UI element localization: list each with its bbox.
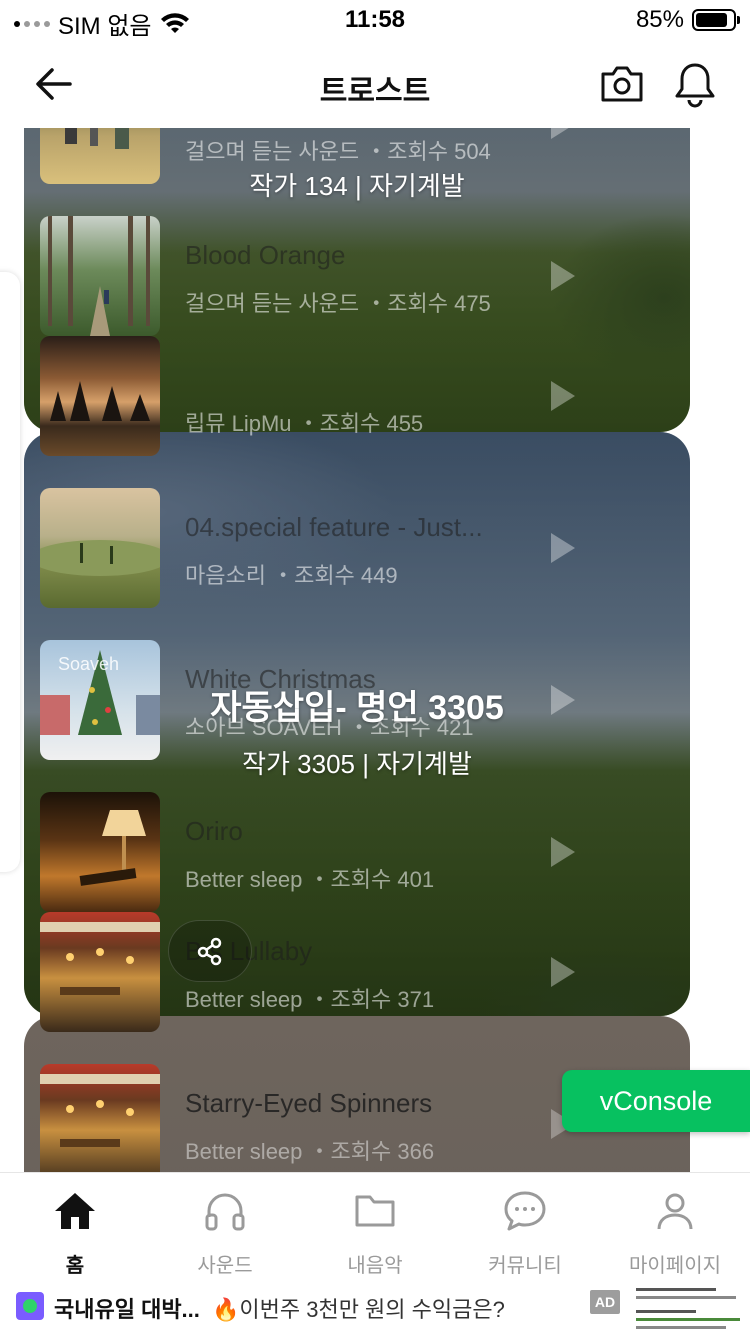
track-item[interactable]: 04.special feature - Just... 마음소리 ・조회수 4… (40, 488, 690, 608)
play-button[interactable] (548, 954, 578, 990)
track-thumbnail (40, 792, 160, 912)
track-meta: 걸으며 듣는 사운드 ・조회수 504 (185, 139, 491, 164)
play-icon (551, 957, 575, 987)
play-icon (551, 128, 569, 139)
track-thumbnail (40, 912, 160, 1032)
play-button[interactable] (548, 530, 578, 566)
card-subtitle: 작가 3305 | 자기계발 (242, 749, 472, 779)
play-button[interactable] (548, 834, 578, 870)
ad-badge: AD (590, 1290, 620, 1314)
tab-my-page[interactable]: 마이페이지 (600, 1173, 750, 1280)
track-title: Oriro (185, 816, 243, 846)
track-meta: 립뮤 LipMu ・조회수 455 (185, 411, 424, 436)
bottom-tab-bar: 홈 사운드 내음악 커뮤니티 마이페이지 (0, 1172, 750, 1280)
track-meta: 걸으며 듣는 사운드 ・조회수 475 (185, 291, 491, 316)
status-right: 85% (635, 6, 740, 34)
play-icon (551, 381, 575, 411)
track-thumbnail (40, 216, 160, 336)
chat-icon (504, 1191, 546, 1231)
track-title: 04.special feature - Just... (185, 512, 483, 542)
card-title: 자동삽입- 명언 3305 (210, 689, 504, 727)
track-item[interactable]: 립뮤 LipMu ・조회수 455 (40, 336, 690, 456)
track-title: Blood Orange (185, 240, 346, 270)
play-button[interactable] (548, 258, 578, 294)
track-thumbnail (40, 1064, 160, 1172)
app-screen: SIM 없음 11:58 85% 트로스트 작가 134 | 자기계발 걸으며 … (0, 0, 750, 1334)
tab-community[interactable]: 커뮤니티 (450, 1173, 600, 1280)
folder-icon (355, 1195, 395, 1227)
track-item[interactable]: B s Lullaby Better sleep ・조회수 371 (40, 912, 690, 1032)
track-thumbnail (40, 336, 160, 456)
track-item[interactable]: Blood Orange 걸으며 듣는 사운드 ・조회수 475 (40, 216, 690, 336)
track-thumbnail (40, 488, 160, 608)
app-header: 트로스트 (0, 42, 750, 128)
tab-my-music[interactable]: 내음악 (300, 1173, 450, 1280)
person-icon (657, 1193, 693, 1230)
headphones-icon (205, 1193, 245, 1231)
tab-label: 커뮤니티 (488, 1255, 562, 1277)
share-button[interactable] (168, 920, 252, 982)
ad-text: 🔥이번주 3천만 원의 수익금은? (212, 1297, 505, 1322)
content-scroll[interactable]: 작가 134 | 자기계발 걸으며 듣는 사운드 ・조회수 504 Blood … (0, 128, 750, 1172)
battery-fill (696, 13, 727, 27)
tab-label: 내음악 (347, 1255, 403, 1277)
ad-headline: 국내유일 대박... (54, 1297, 200, 1322)
tab-label: 사운드 (197, 1255, 253, 1277)
battery-icon (692, 9, 740, 31)
play-icon (551, 261, 575, 291)
camera-icon (601, 66, 643, 102)
vconsole-button[interactable]: vConsole (562, 1070, 750, 1132)
card-subtitle: 작가 134 | 자기계발 (249, 171, 465, 201)
ad-app-icon (16, 1292, 44, 1320)
tab-home[interactable]: 홈 (0, 1173, 150, 1280)
home-icon (55, 1193, 95, 1229)
track-meta: Better sleep ・조회수 366 (185, 1139, 435, 1164)
notification-button[interactable] (672, 60, 718, 108)
thumbnail-caption: Soaveh (58, 654, 120, 674)
camera-button[interactable] (598, 62, 646, 106)
status-bar: SIM 없음 11:58 85% (0, 0, 750, 42)
track-item[interactable]: Oriro Better sleep ・조회수 401 (40, 792, 690, 912)
track-meta: Better sleep ・조회수 371 (185, 987, 435, 1012)
play-icon (551, 837, 575, 867)
play-icon (551, 533, 575, 563)
ad-thumbnail (630, 1280, 746, 1334)
bell-icon (675, 63, 715, 108)
track-title: Starry-Eyed Spinners (185, 1088, 433, 1118)
tab-label: 홈 (65, 1255, 85, 1277)
track-meta: 마음소리 ・조회수 449 (185, 563, 398, 588)
play-button[interactable] (548, 378, 578, 414)
battery-percent: 85% (635, 6, 684, 33)
play-button[interactable] (548, 128, 578, 142)
share-icon (197, 937, 222, 966)
tab-sound[interactable]: 사운드 (150, 1173, 300, 1280)
tab-label: 마이페이지 (629, 1255, 721, 1277)
ad-banner[interactable]: 국내유일 대박... 🔥이번주 3천만 원의 수익금은? AD (0, 1280, 750, 1334)
track-meta: Better sleep ・조회수 401 (185, 867, 435, 892)
side-drawer-handle[interactable] (0, 272, 20, 872)
